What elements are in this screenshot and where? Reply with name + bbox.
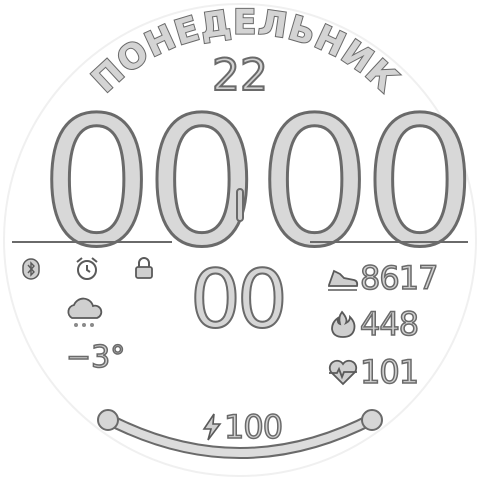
battery-arc-right-cap xyxy=(361,409,383,431)
divider-right xyxy=(310,241,468,243)
battery-level: 100 xyxy=(223,407,284,447)
steps-row[interactable]: 8617 xyxy=(326,258,439,298)
heart-rate-value: 101 xyxy=(359,352,420,392)
alarm-icon[interactable] xyxy=(74,256,100,282)
minutes-digits: 00 xyxy=(257,79,478,286)
divider-left xyxy=(12,241,172,243)
seconds-digits: 00 xyxy=(189,253,289,346)
calories-row[interactable]: 448 xyxy=(326,304,420,344)
temperature: −3° xyxy=(65,339,126,376)
battery-indicator[interactable]: 100 xyxy=(200,407,284,447)
lock-icon[interactable] xyxy=(134,256,154,280)
heart-pulse-icon xyxy=(328,359,358,386)
flame-icon xyxy=(331,310,356,338)
bluetooth-icon[interactable] xyxy=(22,258,40,280)
battery-arc-left-cap xyxy=(97,409,119,431)
shoe-icon xyxy=(328,269,359,291)
time-separator xyxy=(236,188,244,222)
calories-value: 448 xyxy=(359,304,420,344)
hours-digits: 00 xyxy=(39,79,260,286)
heart-rate-row[interactable]: 101 xyxy=(326,352,420,392)
bolt-icon xyxy=(202,413,222,441)
snow-cloud-icon xyxy=(67,297,103,327)
steps-value: 8617 xyxy=(359,258,439,298)
